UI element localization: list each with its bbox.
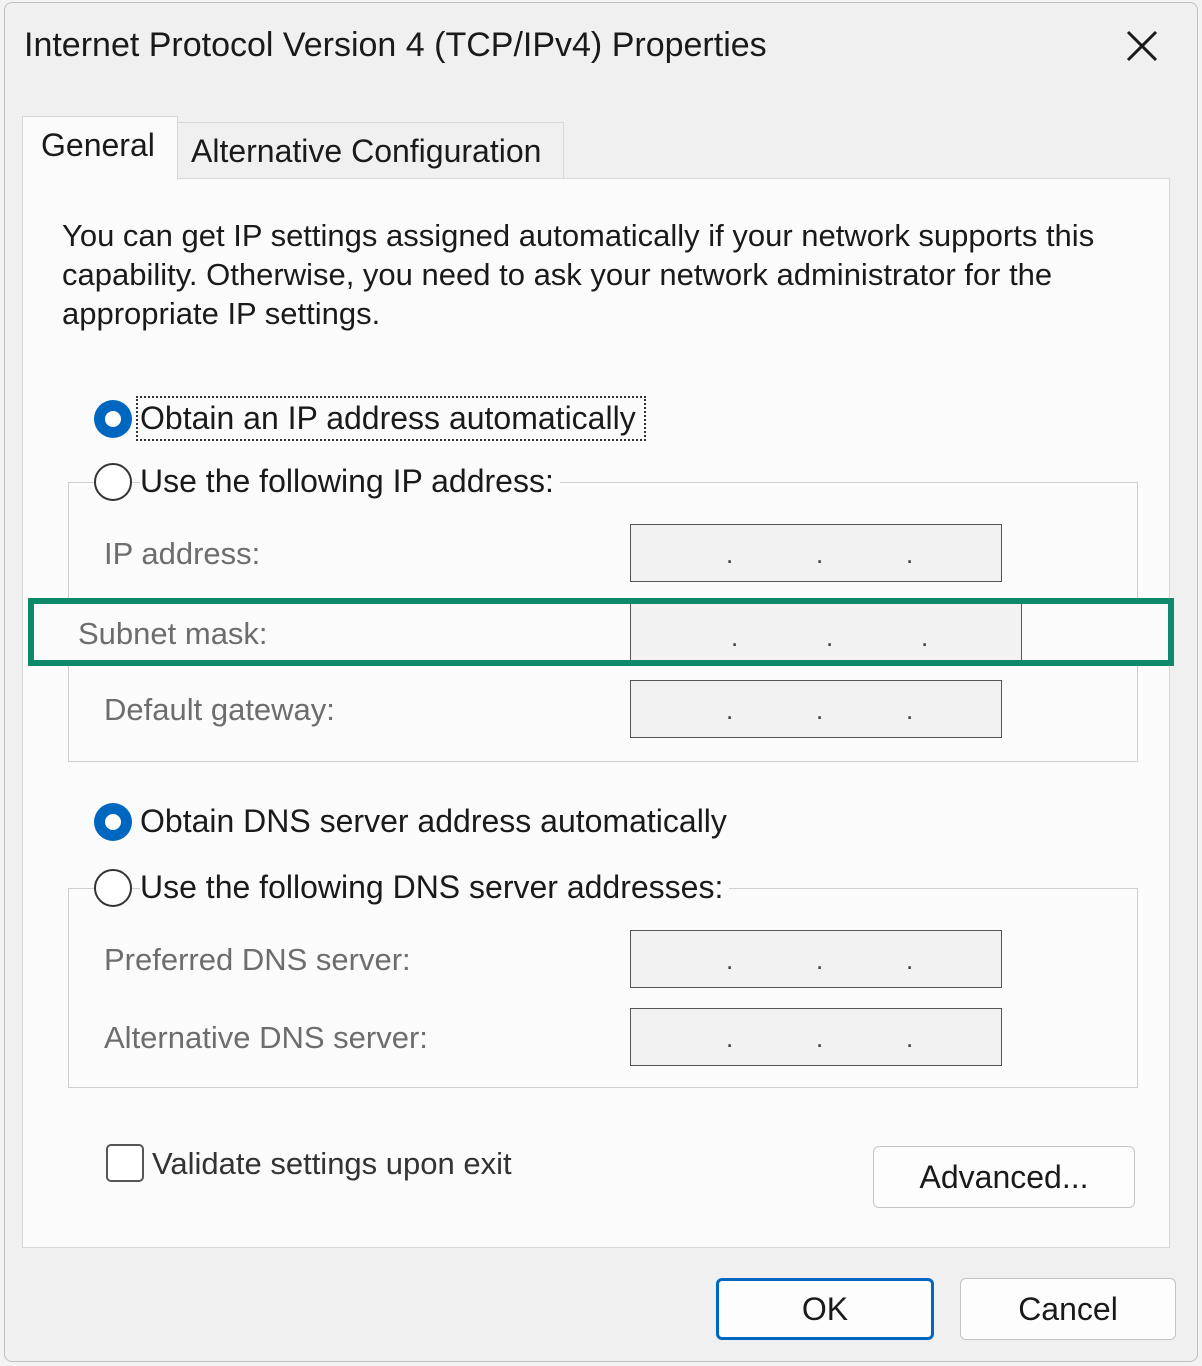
radio-use-dns[interactable] [94,869,132,907]
default-gateway-field[interactable]: ... [630,680,1002,738]
radio-obtain-ip-auto-label[interactable]: Obtain an IP address automatically [136,396,646,441]
preferred-dns-label: Preferred DNS server: [104,942,411,977]
subnet-mask-label: Subnet mask: [78,616,268,651]
validate-checkbox[interactable] [106,1144,144,1182]
cancel-button[interactable]: Cancel [960,1278,1176,1340]
radio-use-ip[interactable] [94,463,132,501]
radio-use-ip-label[interactable]: Use the following IP address: [140,463,560,500]
radio-use-dns-label[interactable]: Use the following DNS server addresses: [140,869,730,906]
default-gateway-label: Default gateway: [104,692,335,727]
alternative-dns-label: Alternative DNS server: [104,1020,428,1055]
radio-obtain-dns-auto-label[interactable]: Obtain DNS server address automatically [140,803,733,840]
radio-obtain-ip-auto[interactable] [94,400,132,438]
validate-label[interactable]: Validate settings upon exit [152,1146,518,1182]
ip-address-field[interactable]: ... [630,524,1002,582]
tab-alternative-configuration[interactable]: Alternative Configuration [176,122,564,178]
close-icon [1126,30,1158,62]
advanced-button[interactable]: Advanced... [873,1146,1135,1208]
intro-text: You can get IP settings assigned automat… [62,218,1095,331]
tab-general[interactable]: General [22,116,178,180]
dialog-title: Internet Protocol Version 4 (TCP/IPv4) P… [24,26,767,64]
ip-address-label: IP address: [104,536,261,571]
close-button[interactable] [1122,26,1162,66]
preferred-dns-field[interactable]: ... [630,930,1002,988]
radio-obtain-dns-auto[interactable] [94,803,132,841]
ok-button[interactable]: OK [716,1278,934,1340]
subnet-mask-field[interactable]: ... [630,604,1022,660]
alternative-dns-field[interactable]: ... [630,1008,1002,1066]
